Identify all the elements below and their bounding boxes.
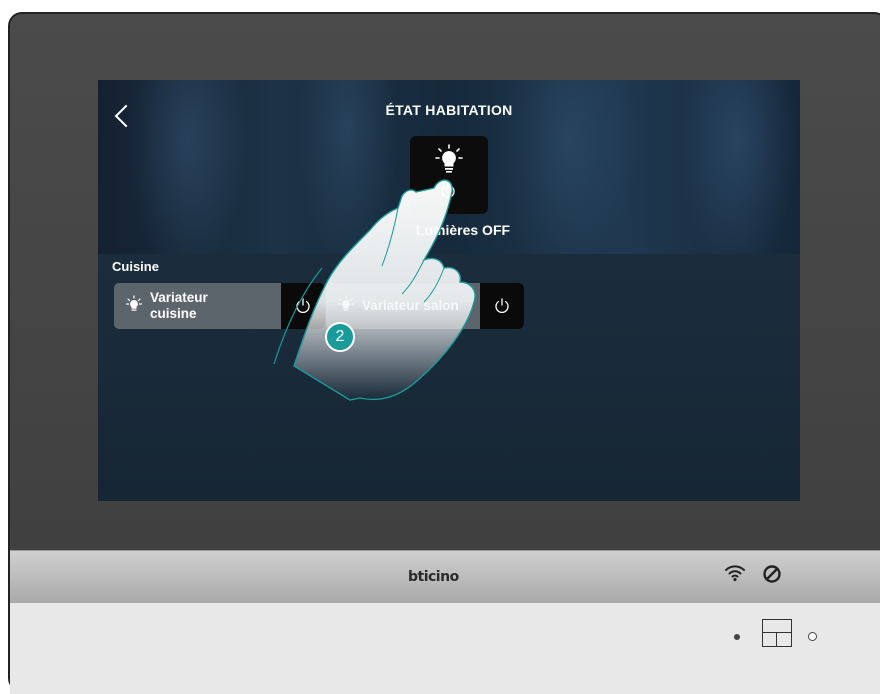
scene-lights-off-button[interactable] <box>410 136 488 214</box>
step-badge: 2 <box>325 322 355 352</box>
device-lower-panel <box>10 603 880 694</box>
device-label-line-1: Variateur <box>150 290 208 305</box>
device-card-variateur-cuisine[interactable]: Variateur cuisine <box>114 283 325 329</box>
touch-screen: ÉTAT HABITATION Lumières OFF Cuisine Var… <box>98 80 800 501</box>
dimmer-light-icon <box>338 295 354 311</box>
key-button[interactable] <box>762 619 792 647</box>
brand-logo: bticino <box>408 569 459 585</box>
device-status-bar: bticino <box>10 550 880 604</box>
device-card-variateur-salon[interactable]: Variateur salon <box>326 283 524 329</box>
device-card-label: Variateur cuisine <box>150 290 208 322</box>
power-icon <box>495 298 509 313</box>
status-ring-indicator-icon <box>808 632 817 641</box>
power-icon <box>441 183 455 198</box>
device-power-button[interactable] <box>281 283 325 329</box>
led-indicator-icon <box>734 634 740 640</box>
device-power-button[interactable] <box>480 283 524 329</box>
wifi-icon <box>725 565 745 582</box>
device-label-line-2: cuisine <box>150 306 197 321</box>
video-intercom-device: ÉTAT HABITATION Lumières OFF Cuisine Var… <box>8 12 880 694</box>
scene-label: Lumières OFF <box>415 222 511 238</box>
dimmer-light-icon <box>126 295 142 311</box>
do-not-disturb-icon <box>763 565 781 583</box>
page-title: ÉTAT HABITATION <box>385 102 513 118</box>
room-label: Cuisine <box>112 259 159 274</box>
power-icon <box>296 298 310 313</box>
light-bulb-icon <box>435 144 463 173</box>
device-card-label: Variateur salon <box>362 298 459 313</box>
